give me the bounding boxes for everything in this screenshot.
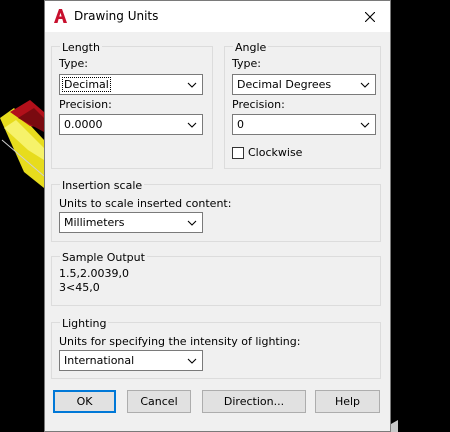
cancel-button-label: Cancel <box>140 395 178 408</box>
lighting-units-label: Units for specifying the intensity of li… <box>59 335 301 348</box>
chevron-down-icon <box>360 122 370 128</box>
lighting-title: Lighting <box>60 317 109 330</box>
direction-button-label: Direction... <box>223 395 285 408</box>
length-type-select[interactable]: Decimal <box>59 74 203 95</box>
insertion-units-select[interactable]: Millimeters <box>59 212 203 233</box>
ok-button[interactable]: OK <box>53 390 116 413</box>
angle-type-value: Decimal Degrees <box>237 78 332 91</box>
clockwise-checkbox[interactable] <box>232 147 244 159</box>
dialog-title: Drawing Units <box>74 9 159 23</box>
length-type-value: Decimal <box>62 77 111 92</box>
ok-button-label: OK <box>76 395 93 408</box>
chevron-down-icon <box>187 82 197 88</box>
angle-precision-label: Precision: <box>232 98 285 111</box>
sample-output-line-1: 1.5,2.0039,0 <box>59 267 129 280</box>
chevron-down-icon <box>187 122 197 128</box>
lighting-units-select[interactable]: International <box>59 350 203 371</box>
autocad-a-icon <box>54 9 67 23</box>
angle-group-title: Angle <box>233 41 269 54</box>
clockwise-label[interactable]: Clockwise <box>248 146 302 159</box>
length-type-label: Type: <box>59 57 88 70</box>
insertion-units-value: Millimeters <box>64 216 125 229</box>
length-group: Length Type: Decimal Precision: 0.0000 <box>51 41 213 169</box>
angle-type-label: Type: <box>232 57 261 70</box>
insertion-units-label: Units to scale inserted content: <box>59 197 232 210</box>
drawing-units-dialog: Drawing Units Length Type: Decimal Preci… <box>44 0 391 432</box>
close-button[interactable] <box>350 1 390 32</box>
chevron-down-icon <box>360 82 370 88</box>
sample-output-line-2: 3<45,0 <box>59 281 100 294</box>
length-precision-label: Precision: <box>59 98 112 111</box>
insertion-scale-title: Insertion scale <box>60 179 145 192</box>
lighting-units-value: International <box>64 354 135 367</box>
angle-type-select[interactable]: Decimal Degrees <box>232 74 376 95</box>
insertion-scale-group: Insertion scale Units to scale inserted … <box>51 179 381 242</box>
help-button-label: Help <box>334 395 361 408</box>
length-precision-select[interactable]: 0.0000 <box>59 114 203 135</box>
close-icon <box>365 11 375 22</box>
angle-group: Angle Type: Decimal Degrees Precision: 0… <box>224 41 381 169</box>
lighting-group: Lighting Units for specifying the intens… <box>51 317 381 379</box>
direction-button[interactable]: Direction... <box>202 390 306 413</box>
angle-precision-select[interactable]: 0 <box>232 114 376 135</box>
help-button[interactable]: Help <box>315 390 380 413</box>
length-group-title: Length <box>60 41 102 54</box>
chevron-down-icon <box>187 220 197 226</box>
sample-output-title: Sample Output <box>60 251 147 264</box>
length-precision-value: 0.0000 <box>64 118 103 131</box>
angle-precision-value: 0 <box>237 118 244 131</box>
sample-output-group: Sample Output 1.5,2.0039,0 3<45,0 <box>51 251 381 306</box>
title-bar: Drawing Units <box>45 1 390 32</box>
cancel-button[interactable]: Cancel <box>127 390 191 413</box>
chevron-down-icon <box>187 358 197 364</box>
